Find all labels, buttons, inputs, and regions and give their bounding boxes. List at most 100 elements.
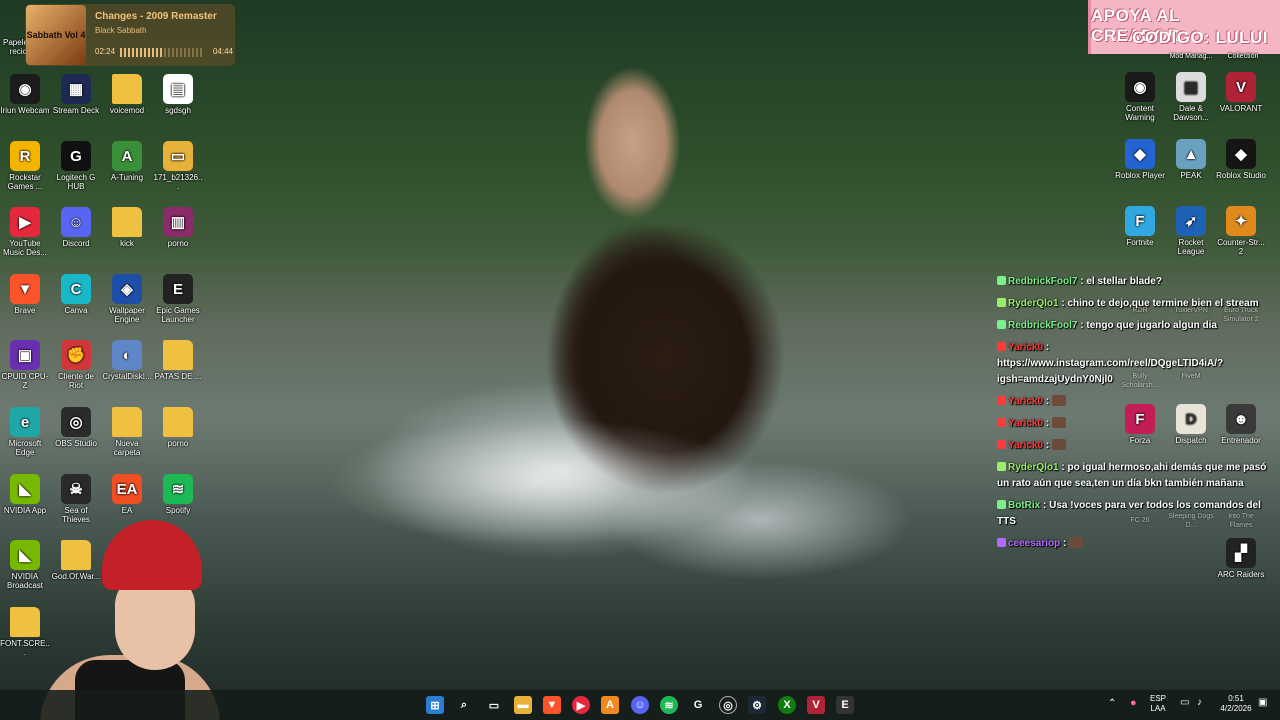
desktop-shortcut[interactable]: ◣ NVIDIA App (0, 474, 50, 515)
logitech-icon[interactable]: G (689, 696, 707, 714)
chat-platform-icon (997, 418, 1006, 427)
taskbar: ⊞ ⌕ ▭ ▬ ▼ ▶ A ☺ ≋ G ◎ ⚙ X V E ⌃ ● ESP LA… (0, 690, 1280, 720)
chat-platform-icon (997, 462, 1006, 471)
task-view-icon[interactable]: ▭ (485, 696, 503, 714)
desktop-shortcut-label: Spotify (165, 506, 191, 515)
stream-chat-overlay: RedbrickFool7 : el stellar blade? RyderQl… (997, 274, 1278, 558)
desktop-shortcut[interactable]: V VALORANT (1216, 72, 1266, 113)
desktop-shortcut[interactable]: ◎ OBS Studio (51, 407, 101, 448)
chat-emote-icon (1052, 395, 1067, 406)
youtube-music-icon[interactable]: ▶ (572, 696, 590, 714)
xbox-icon[interactable]: X (778, 696, 796, 714)
network-icon[interactable]: ▭ (1180, 698, 1189, 708)
chat-platform-icon (997, 500, 1006, 509)
desktop-shortcut[interactable]: ▲ PEAK (1166, 139, 1216, 180)
volume-icon[interactable]: ♪ (1197, 698, 1202, 708)
chat-message: Yarick0 : (997, 438, 1278, 454)
file-icon: ▤ (163, 74, 193, 104)
desktop-shortcut[interactable]: ◐ CrystalDiskI... (102, 340, 152, 381)
webcam-icon: ◉ (10, 74, 40, 104)
desktop-shortcut[interactable]: ☺ Discord (51, 207, 101, 248)
desktop-shortcut-label: Microsoft Edge (8, 439, 42, 457)
chat-platform-icon (997, 396, 1006, 405)
obs-icon: ◎ (61, 407, 91, 437)
desktop-shortcut[interactable]: ▣ CPUID CPU-Z (0, 340, 50, 390)
peak-icon: ▲ (1176, 139, 1206, 169)
desktop-shortcut[interactable]: porno (153, 407, 203, 448)
chat-platform-icon (997, 440, 1006, 449)
rockstar-icon: R (10, 141, 40, 171)
notifications-icon[interactable]: ▣ (1258, 698, 1267, 708)
folder-icon (163, 407, 193, 437)
youtube-music-icon: ▶ (10, 207, 40, 237)
desktop-shortcut[interactable]: PATAS DE ... (153, 340, 203, 381)
desktop-shortcut[interactable]: ▥ porno (153, 207, 203, 248)
desktop-shortcut[interactable]: ▦ Stream Deck (51, 74, 101, 115)
clock[interactable]: 0:51 4/2/2026 (1216, 694, 1256, 714)
desktop-shortcut-label: VALORANT (1219, 104, 1263, 113)
total-time: 04:44 (212, 47, 233, 56)
desktop-shortcut[interactable]: ▤ sgdsgh (153, 74, 203, 115)
collection-shortcut[interactable]: Collection (1218, 52, 1268, 61)
desktop-shortcut[interactable]: ✊ Cliente de Riot (51, 340, 101, 390)
desktop-shortcut[interactable]: ▶ YouTube Music Des... (0, 207, 50, 257)
desktop-shortcut[interactable]: ▭ 171_b21326... (153, 141, 203, 191)
desktop-shortcut[interactable]: voicemod (102, 74, 152, 115)
epic-icon[interactable]: E (836, 696, 854, 714)
chat-text: : (1063, 538, 1067, 549)
chat-username: RedbrickFool7 (1008, 276, 1078, 287)
media-player-widget[interactable]: Sabbath Vol 4 Changes - 2009 Remaster Bl… (25, 4, 235, 66)
desktop-shortcut[interactable]: e Microsoft Edge (0, 407, 50, 457)
desktop-shortcut[interactable]: C Canva (51, 274, 101, 315)
desktop-shortcut[interactable]: EA EA (102, 474, 152, 515)
desktop-shortcut[interactable]: ◈ Wallpaper Engine (102, 274, 152, 324)
desktop-shortcut-label: Logitech G HUB (56, 173, 96, 191)
desktop-shortcut[interactable]: Nueva carpeta (102, 407, 152, 457)
desktop-shortcut[interactable]: ✦ Counter-Str... 2 (1216, 206, 1266, 256)
desktop-shortcut[interactable]: R Rockstar Games ... (0, 141, 50, 191)
desktop-shortcut[interactable]: ◉ Content Warning (1115, 72, 1165, 122)
tray-overflow-icon[interactable]: ⌃ (1108, 699, 1116, 709)
clock-time: 0:51 (1228, 694, 1244, 703)
desktop-shortcut[interactable]: ◉ Iriun Webcam (0, 74, 50, 115)
start-icon[interactable]: ⊞ (426, 696, 444, 714)
desktop-shortcut[interactable]: ➶ Rocket League (1166, 206, 1216, 256)
file-explorer-icon[interactable]: ▬ (514, 696, 532, 714)
language-indicator[interactable]: ESP LAA (1150, 694, 1166, 714)
microphone-icon[interactable]: ● (1130, 698, 1137, 709)
chat-message: RedbrickFool7 : el stellar blade? (997, 274, 1278, 290)
chat-platform-icon (997, 298, 1006, 307)
chat-text: : (1045, 396, 1050, 407)
desktop-shortcut[interactable]: kick (102, 207, 152, 248)
clock-date: 4/2/2026 (1220, 704, 1252, 713)
banner-line-2: CODIGO: LULUI (1132, 28, 1268, 47)
desktop-shortcut[interactable]: G Logitech G HUB (51, 141, 101, 191)
steam-icon[interactable]: ⚙ (748, 696, 766, 714)
avatar-red-beanie (102, 520, 202, 590)
desktop-shortcut[interactable]: ☠ Sea of Thieves (51, 474, 101, 524)
mod-manager-shortcut[interactable]: Mod Manag... (1166, 52, 1216, 61)
roblox-studio-icon: ◆ (1226, 139, 1256, 169)
desktop-shortcut-label: PATAS DE ... (154, 372, 202, 381)
brave-icon[interactable]: ▼ (543, 696, 561, 714)
desktop-shortcut-label: EA (121, 506, 133, 515)
waveform-progress[interactable] (120, 48, 204, 57)
valorant-icon: V (1226, 72, 1256, 102)
valorant-icon[interactable]: V (807, 696, 825, 714)
obs-icon[interactable]: ◎ (719, 696, 737, 714)
spotify-icon[interactable]: ≋ (660, 696, 678, 714)
desktop-shortcut[interactable]: ≋ Spotify (153, 474, 203, 515)
chat-username: ceeesariop (1008, 538, 1061, 549)
discord-icon[interactable]: ☺ (631, 696, 649, 714)
desktop-shortcut[interactable]: F Fortnite (1115, 206, 1165, 247)
desktop-shortcut[interactable]: ◆ Roblox Player (1115, 139, 1165, 180)
desktop-shortcut-label: Stream Deck (52, 106, 100, 115)
desktop-shortcut[interactable]: E Epic Games Launcher (153, 274, 203, 324)
desktop-shortcut[interactable]: ◆ Roblox Studio (1216, 139, 1266, 180)
desktop-shortcut[interactable]: A A-Tuning (102, 141, 152, 182)
desktop-shortcut[interactable]: ▼ Brave (0, 274, 50, 315)
amd-icon[interactable]: A (601, 696, 619, 714)
desktop-shortcut[interactable]: ▤ Dale & Dawson... (1166, 72, 1216, 122)
search-icon[interactable]: ⌕ (455, 696, 473, 714)
desktop-shortcut-label: Counter-Str... 2 (1217, 238, 1265, 256)
